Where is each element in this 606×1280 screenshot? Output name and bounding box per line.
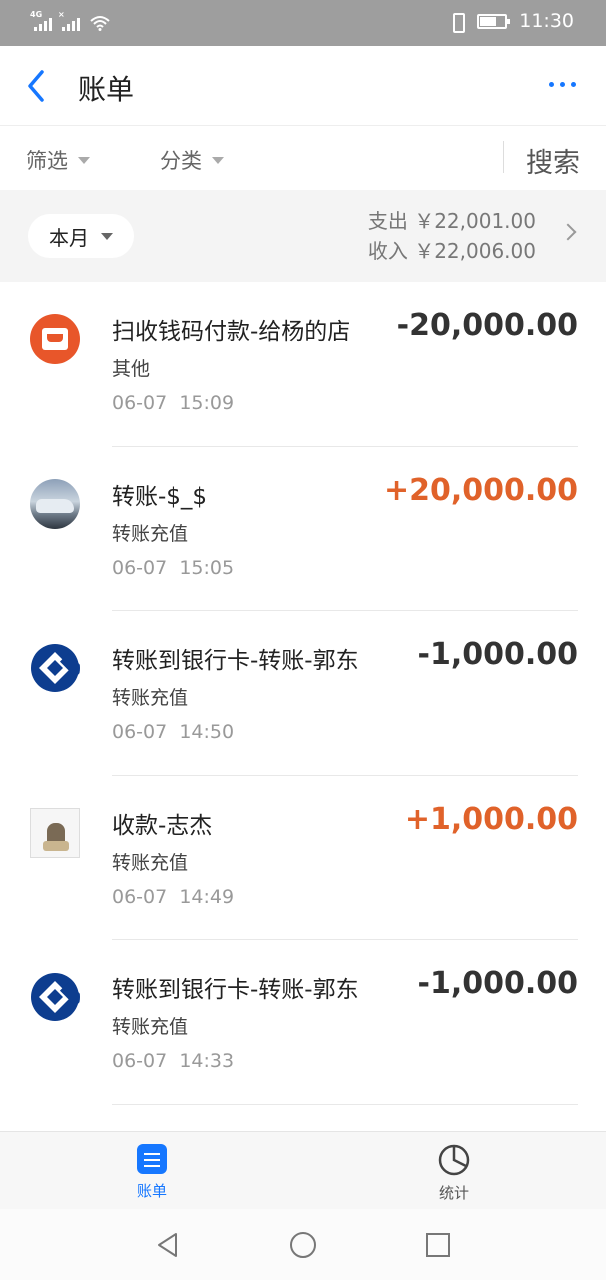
- transaction-row[interactable]: 转账-$_$ 转账充值 06-07 15:05 +20,000.00: [0, 447, 606, 611]
- network-type-label: 4G: [30, 10, 43, 19]
- system-nav-bar: [0, 1209, 606, 1280]
- transaction-category: 转账充值: [112, 687, 189, 709]
- wifi-icon: [90, 16, 110, 31]
- clock: 11:30: [519, 10, 574, 32]
- transaction-category: 转账充值: [112, 1016, 189, 1038]
- transaction-amount: -20,000.00: [396, 308, 578, 343]
- tab-stats-label: 统计: [438, 1184, 469, 1202]
- caret-down-icon: [101, 232, 113, 240]
- transaction-datetime: 06-07 14:50: [112, 721, 235, 743]
- status-bar: 4G × 11:30: [0, 0, 606, 46]
- chevron-right-icon: [559, 223, 577, 241]
- tab-bill[interactable]: 账单: [122, 1144, 182, 1201]
- transaction-amount: +1,000.00: [404, 801, 578, 837]
- pie-chart-icon: [438, 1144, 470, 1176]
- transaction-category: 转账充值: [112, 851, 189, 874]
- transaction-title: 转账到银行卡-转账-郭东: [112, 648, 359, 674]
- search-button[interactable]: 搜索: [526, 141, 580, 180]
- transaction-row[interactable]: 收款-志杰 转账充值 06-07 14:49 +1,000.00: [0, 776, 606, 940]
- no-signal-label: ×: [58, 10, 65, 19]
- category-label: 分类: [160, 149, 202, 173]
- battery-icon: [477, 13, 511, 29]
- transaction-datetime: 06-07 15:09: [112, 392, 235, 414]
- month-label: 本月: [49, 225, 89, 250]
- transaction-row[interactable]: 扫收钱码付款-给杨的店 其他 06-07 15:09 -20,000.00: [0, 282, 606, 447]
- expense-amount: ￥22,001.00: [414, 209, 536, 233]
- bottom-tab-bar: 账单 统计: [0, 1131, 606, 1209]
- income-label: 收入: [367, 239, 408, 263]
- signal-icon: 4G: [30, 10, 52, 31]
- vibrate-icon: [449, 12, 466, 33]
- filter-dropdown[interactable]: 筛选: [26, 145, 90, 175]
- transaction-title: 转账-$_$: [112, 483, 208, 510]
- transaction-datetime: 06-07 15:05: [112, 556, 235, 579]
- transaction-datetime: 06-07 14:49: [112, 885, 235, 908]
- transaction-row[interactable]: 转账到银行卡-转账-郭东 转账充值 06-07 14:33 -1,000.00: [0, 940, 606, 1105]
- bank-logo-icon: [30, 972, 80, 1022]
- page-title: 账单: [78, 73, 135, 106]
- transaction-amount: -1,000.00: [417, 637, 579, 672]
- transaction-datetime: 06-07 14:33: [112, 1050, 235, 1072]
- category-dropdown[interactable]: 分类: [160, 145, 224, 175]
- bill-list-icon: [137, 1144, 167, 1174]
- income-amount: ￥22,006.00: [414, 239, 536, 263]
- more-options-icon[interactable]: [549, 82, 576, 87]
- transaction-category: 其他: [112, 358, 151, 380]
- transaction-category: 转账充值: [112, 522, 189, 545]
- month-summary[interactable]: 本月 支出 ￥22,001.00 收入 ￥22,006.00: [0, 190, 606, 282]
- app-header: 账单: [0, 46, 606, 126]
- nav-back-icon[interactable]: [154, 1231, 182, 1259]
- nav-home-icon[interactable]: [289, 1231, 317, 1259]
- transaction-amount: -1,000.00: [417, 966, 579, 1001]
- shop-icon: [30, 314, 80, 364]
- caret-down-icon: [212, 156, 224, 164]
- transaction-list: 扫收钱码付款-给杨的店 其他 06-07 15:09 -20,000.00 转账…: [0, 282, 606, 1105]
- expense-label: 支出: [367, 209, 408, 233]
- photo-avatar: [30, 807, 80, 858]
- transaction-row[interactable]: 转账到银行卡-转账-郭东 转账充值 06-07 14:50 -1,000.00: [0, 611, 606, 776]
- transaction-title: 扫收钱码付款-给杨的店: [112, 319, 351, 345]
- filter-bar: 筛选 分类 搜索: [0, 127, 606, 190]
- divider: [503, 141, 504, 173]
- back-chevron-icon[interactable]: [22, 66, 58, 106]
- transaction-title: 转账到银行卡-转账-郭东: [112, 977, 359, 1003]
- caret-down-icon: [78, 156, 90, 164]
- nav-recents-icon[interactable]: [424, 1231, 452, 1259]
- summary-totals: 支出 ￥22,001.00 收入 ￥22,006.00: [368, 206, 536, 266]
- transaction-amount: +20,000.00: [383, 472, 578, 508]
- tab-stats[interactable]: 统计: [424, 1144, 484, 1203]
- signal-icon-secondary: ×: [58, 10, 80, 31]
- transaction-title: 收款-志杰: [112, 812, 213, 839]
- tab-bill-label: 账单: [136, 1182, 167, 1200]
- month-selector[interactable]: 本月: [28, 214, 134, 258]
- bank-logo-icon: [30, 643, 80, 693]
- car-avatar: [30, 478, 80, 529]
- filter-label: 筛选: [26, 149, 68, 173]
